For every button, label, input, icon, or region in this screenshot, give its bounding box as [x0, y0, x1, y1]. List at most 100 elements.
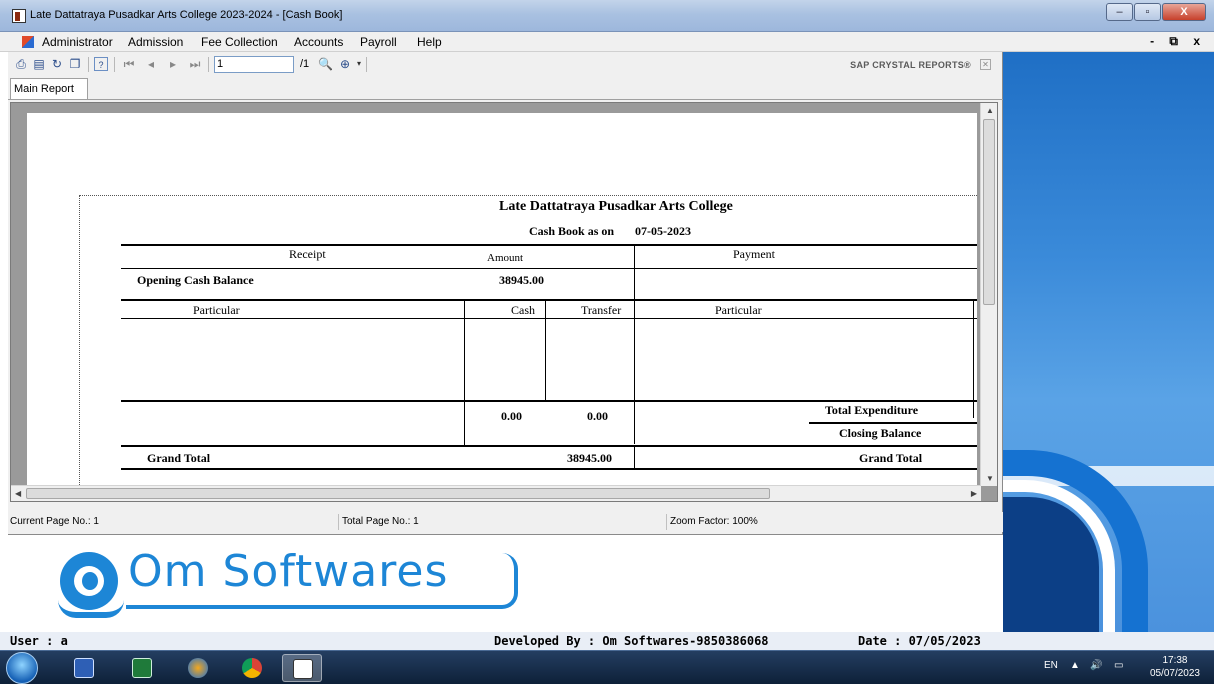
status-separator [666, 514, 667, 530]
tab-divider [8, 99, 1003, 100]
transfer-header: Transfer [581, 303, 622, 317]
page-number-input[interactable]: 1 [214, 56, 294, 73]
chrome-taskbar-button[interactable] [232, 654, 272, 682]
minimize-button[interactable]: – [1106, 3, 1133, 21]
excel-taskbar-button[interactable] [122, 654, 162, 682]
scroll-down-icon[interactable]: ▼ [986, 474, 994, 483]
college-name: Late Dattatraya Pusadkar Arts College [499, 199, 733, 214]
menu-accounts[interactable]: Accounts [294, 35, 343, 49]
vertical-scroll-thumb[interactable] [983, 119, 995, 305]
app-status-bar: User : a Developed By : Om Softwares-985… [0, 632, 1214, 650]
excel-icon [132, 658, 152, 678]
search-icon[interactable]: 🔍 [318, 57, 333, 71]
rule [634, 268, 635, 300]
background-decoration [1003, 52, 1214, 632]
total-expenditure-label: Total Expenditure [825, 403, 919, 417]
rule [464, 300, 465, 445]
menu-app-icon[interactable] [22, 36, 34, 48]
report-viewer-window: ⎙ ▤ ↻ ❐ ? ⏮ ◂ ▸ ⏭ 1 /1 🔍 ⊕ ▾ SAP CRYSTAL… [8, 52, 1003, 535]
rule [121, 400, 977, 402]
start-button-icon[interactable] [6, 652, 38, 684]
network-icon[interactable]: ▭ [1114, 660, 1123, 671]
logo-swoosh [58, 600, 124, 618]
refresh-icon[interactable]: ↻ [50, 57, 64, 71]
sap-brand-label: SAP CRYSTAL REPORTS® [850, 60, 971, 70]
rule [634, 300, 635, 444]
show-hidden-icons-icon[interactable]: ▲ [1070, 660, 1080, 671]
export-icon[interactable]: ⎙ [14, 57, 28, 71]
scroll-up-icon[interactable]: ▲ [986, 106, 994, 115]
window-controls: – ▫ X [1105, 3, 1206, 21]
college-app-icon [293, 659, 313, 679]
menu-help[interactable]: Help [417, 35, 442, 49]
rule [121, 268, 977, 269]
payment-header: Payment [733, 247, 775, 261]
rule [121, 244, 977, 246]
horizontal-scroll-thumb[interactable] [26, 488, 770, 499]
cash-book-label: Cash Book as on [529, 224, 615, 238]
word-icon [74, 658, 94, 678]
receipt-header: Receipt [289, 247, 326, 261]
zoom-dropdown-icon[interactable]: ▾ [352, 57, 366, 71]
cash-total: 0.00 [501, 409, 522, 423]
closing-balance-label: Closing Balance [839, 426, 922, 440]
mdi-controls[interactable]: - ⧉ x [1150, 34, 1206, 49]
first-page-icon[interactable]: ⏮ [122, 57, 136, 71]
next-page-icon[interactable]: ▸ [166, 57, 180, 71]
app-icon [12, 9, 26, 23]
previous-page-icon[interactable]: ◂ [144, 57, 158, 71]
language-indicator[interactable]: EN [1044, 660, 1058, 671]
report-viewport: Late Dattatraya Pusadkar Arts College Ca… [10, 102, 998, 502]
rule [545, 300, 546, 401]
rule [121, 445, 977, 447]
close-button[interactable]: X [1162, 3, 1206, 21]
transfer-total: 0.00 [587, 409, 608, 423]
menu-fee-collection[interactable]: Fee Collection [201, 35, 278, 49]
restore-button[interactable]: ▫ [1134, 3, 1161, 21]
rule [634, 445, 635, 469]
particular-left-header: Particular [193, 303, 240, 317]
total-page-status: Total Page No.: 1 [342, 516, 419, 527]
last-page-icon[interactable]: ⏭ [188, 57, 202, 71]
toolbar-separator [208, 57, 209, 72]
toolbar-separator [114, 57, 115, 72]
clock-time: 17:38 [1162, 655, 1188, 666]
toolbar-separator [366, 57, 367, 72]
amount-header: Amount [487, 252, 524, 264]
zoom-status: Zoom Factor: 100% [670, 516, 758, 527]
opening-balance-label: Opening Cash Balance [137, 273, 254, 287]
menu-payroll[interactable]: Payroll [360, 35, 397, 49]
print-icon[interactable]: ▤ [32, 57, 46, 71]
clock-date: 05/07/2023 [1149, 668, 1200, 679]
copy-icon[interactable]: ❐ [68, 57, 82, 71]
status-separator [338, 514, 339, 530]
media-taskbar-button[interactable] [178, 654, 218, 682]
word-taskbar-button[interactable] [64, 654, 104, 682]
scroll-right-icon[interactable]: ▶ [971, 489, 977, 498]
cash-book-date: 07-05-2023 [635, 224, 691, 238]
opening-balance-value: 38945.00 [499, 273, 544, 287]
college-app-taskbar-button[interactable] [282, 654, 322, 682]
zoom-icon[interactable]: ⊕ [338, 57, 352, 71]
title-bar: Late Dattatraya Pusadkar Arts College 20… [0, 0, 1214, 32]
menu-administrator[interactable]: Administrator [42, 35, 113, 49]
sap-close-icon[interactable]: ✕ [980, 59, 991, 70]
rule [121, 468, 977, 470]
grand-total-left-label: Grand Total [147, 451, 211, 465]
scroll-left-icon[interactable]: ◀ [15, 489, 21, 498]
report-border-left [79, 195, 80, 493]
rule [121, 299, 977, 301]
logo-text: Om Softwares [128, 546, 449, 597]
taskbar: EN ▲ 🔊 ▭ 17:38 05/07/2023 [0, 650, 1214, 684]
system-clock[interactable]: 17:38 05/07/2023 [1150, 654, 1200, 680]
toolbar-separator [88, 57, 89, 72]
rule [809, 422, 977, 424]
help-icon[interactable]: ? [94, 57, 108, 71]
menu-admission[interactable]: Admission [128, 35, 183, 49]
report-status-bar: Current Page No.: 1 Total Page No.: 1 Zo… [8, 512, 1003, 532]
vertical-scrollbar[interactable]: ▲ ▼ [980, 103, 997, 486]
tab-main-report[interactable]: Main Report [10, 78, 88, 99]
current-page-status: Current Page No.: 1 [10, 516, 99, 527]
horizontal-scrollbar[interactable]: ◀ ▶ [11, 485, 981, 501]
volume-icon[interactable]: 🔊 [1090, 660, 1102, 671]
